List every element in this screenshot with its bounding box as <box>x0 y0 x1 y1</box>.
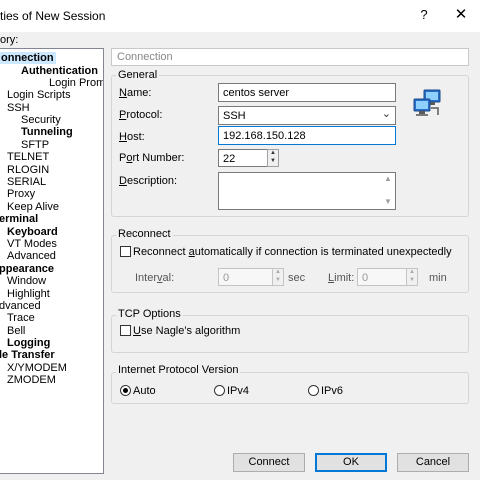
nagle-checkbox[interactable] <box>120 325 131 336</box>
panel-header: Connection <box>111 48 469 66</box>
port-field[interactable]: 22 <box>218 149 268 167</box>
help-button[interactable]: ? <box>412 3 436 27</box>
tree-item-keyboard[interactable]: Keyboard <box>7 226 58 238</box>
cancel-button[interactable]: Cancel <box>397 453 469 472</box>
tree-item-proxy[interactable]: Proxy <box>7 188 35 200</box>
protocol-label: Protocol: <box>119 109 163 121</box>
radio-auto-label: Auto <box>133 385 156 397</box>
scroll-down-icon[interactable]: ▼ <box>381 197 395 206</box>
tree-item-keep-alive[interactable]: Keep Alive <box>7 201 59 213</box>
connect-button[interactable]: Connect <box>233 453 305 472</box>
reconnect-checkbox[interactable] <box>120 246 131 257</box>
tree-item-ssh[interactable]: SSH <box>7 102 30 114</box>
radio-auto[interactable] <box>120 385 131 396</box>
name-field[interactable]: centos server <box>218 83 396 102</box>
panel-title: Connection <box>117 51 173 63</box>
tree-item-telnet[interactable]: TELNET <box>7 151 49 163</box>
name-label: Name: <box>119 87 152 99</box>
nagle-checkbox-label: Use Nagle's algorithm <box>133 325 241 337</box>
tcp-options-title: TCP Options <box>116 308 183 320</box>
stepper-down-icon[interactable]: ▼ <box>268 158 278 166</box>
tree-item-serial[interactable]: SERIAL <box>7 176 46 188</box>
tree-item-login-scripts[interactable]: Login Scripts <box>7 89 71 101</box>
port-stepper[interactable]: ▲ ▼ <box>267 149 279 167</box>
category-label: ory: <box>0 34 19 46</box>
stepper-down-icon[interactable]: ▼ <box>273 277 283 285</box>
ip-version-group <box>111 372 469 404</box>
limit-field[interactable]: 0 <box>357 268 409 286</box>
radio-ipv4[interactable] <box>214 385 225 396</box>
description-label: Description: <box>119 175 178 187</box>
tree-item-tunneling[interactable]: Tunneling <box>21 126 73 138</box>
protocol-select[interactable]: SSH ⌄ <box>218 106 396 125</box>
protocol-select-value: SSH <box>223 110 246 122</box>
title-bar: ties of New Session ? ✕ <box>0 0 480 32</box>
tree-item-advanced[interactable]: dvanced <box>0 300 41 312</box>
ok-button[interactable]: OK <box>315 453 387 472</box>
host-field[interactable]: 192.168.150.128 <box>218 126 396 145</box>
limit-stepper[interactable]: ▲ ▼ <box>406 268 418 286</box>
reconnect-group-title: Reconnect <box>116 228 173 240</box>
tree-item-vt-modes[interactable]: VT Modes <box>7 238 57 250</box>
interval-stepper[interactable]: ▲ ▼ <box>272 268 284 286</box>
radio-ipv6[interactable] <box>308 385 319 396</box>
tree-item-terminal[interactable]: erminal <box>0 213 38 225</box>
stepper-up-icon[interactable]: ▲ <box>407 269 417 277</box>
tree-item-highlight[interactable]: Highlight <box>7 288 50 300</box>
radio-ipv6-label: IPv6 <box>321 385 344 397</box>
stepper-down-icon[interactable]: ▼ <box>407 277 417 285</box>
tree-item-authentication[interactable]: Authentication <box>21 65 98 77</box>
tree-item-appearance[interactable]: ppearance <box>0 263 54 275</box>
limit-label: Limit: <box>328 272 355 284</box>
chevron-down-icon: ⌄ <box>381 108 391 120</box>
scroll-up-icon[interactable]: ▲ <box>381 174 395 183</box>
interval-label: Interval: <box>135 272 175 284</box>
radio-ipv4-label: IPv4 <box>227 385 250 397</box>
tree-item-connection[interactable]: onnection <box>0 52 56 64</box>
reconnect-checkbox-label: Reconnect automatically if connection is… <box>133 246 452 258</box>
tree-item-rlogin[interactable]: RLOGIN <box>7 164 49 176</box>
network-computers-icon <box>413 89 441 116</box>
interval-unit: sec <box>288 272 306 284</box>
description-scrollbar[interactable]: ▲ ▼ <box>381 173 395 209</box>
port-label: Port Number: <box>119 152 185 164</box>
interval-field[interactable]: 0 <box>218 268 274 286</box>
tree-item-zmodem[interactable]: ZMODEM <box>7 374 56 386</box>
tree-item-window[interactable]: Window <box>7 275 46 287</box>
stepper-up-icon[interactable]: ▲ <box>273 269 283 277</box>
tree-item-file-transfer[interactable]: le Transfer <box>0 349 55 361</box>
tree-item-login-prompts[interactable]: Login Prompts <box>49 77 103 89</box>
tree-item-terminal-advanced[interactable]: Advanced <box>7 250 56 262</box>
window-title: ties of New Session <box>0 9 106 23</box>
description-field[interactable] <box>218 172 396 210</box>
tree-item-xymodem[interactable]: X/YMODEM <box>7 362 67 374</box>
general-group-title: General <box>116 69 160 81</box>
tree-item-trace[interactable]: Trace <box>7 312 35 324</box>
stepper-up-icon[interactable]: ▲ <box>268 150 278 158</box>
tree-item-logging[interactable]: Logging <box>7 337 50 349</box>
limit-unit: min <box>429 272 447 284</box>
category-tree[interactable]: onnection Authentication Login Prompts L… <box>0 48 104 474</box>
tree-item-security[interactable]: Security <box>21 114 61 126</box>
ip-version-title: Internet Protocol Version <box>116 364 241 376</box>
tree-item-bell[interactable]: Bell <box>7 325 25 337</box>
host-label: Host: <box>119 131 145 143</box>
close-button[interactable]: ✕ <box>446 2 476 28</box>
tree-item-sftp[interactable]: SFTP <box>21 139 49 151</box>
